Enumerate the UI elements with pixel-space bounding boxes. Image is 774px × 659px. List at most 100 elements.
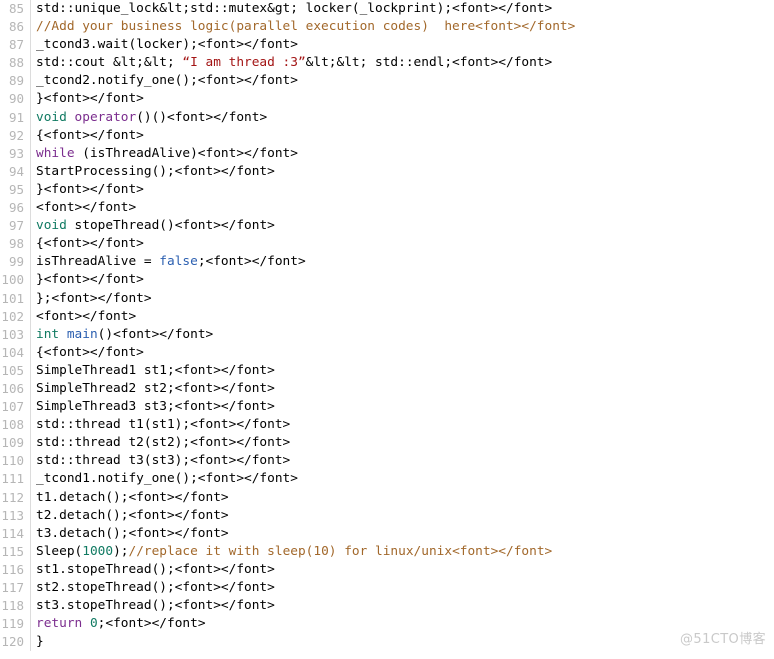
line-code[interactable]: };<font></font> [31,290,774,308]
line-code[interactable]: int main()<font></font> [31,326,774,344]
code-token-plain: &lt;&lt; std::endl;<font></font> [305,55,553,71]
code-token-plain: st2.stopeThread();<font></font> [36,580,275,595]
code-line: 112 t1.detach();<font></font> [0,488,774,507]
code-token-kw: operator [74,109,137,125]
code-line: 96 <font></font> [0,199,774,218]
code-token-plain: t3.detach();<font></font> [36,525,229,541]
line-number: 98 [0,235,31,254]
code-token-plain: ()<font></font> [97,326,214,342]
line-code[interactable]: while (isThreadAlive)<font></font> [31,145,774,163]
line-code[interactable]: }<font></font> [31,181,774,199]
code-line: 103 int main()<font></font> [0,325,774,344]
line-code[interactable]: _tcond2.notify_one();<font></font> [31,72,774,90]
code-token-plain: <font></font> [36,308,137,324]
line-code[interactable]: t3.detach();<font></font> [31,525,774,543]
code-token-plain: (isThreadAlive)<font></font> [74,145,298,161]
code-line: 119 return 0;<font></font> [0,615,774,634]
line-number: 112 [0,488,31,507]
code-line: 104 {<font></font> [0,343,774,362]
line-code[interactable]: st1.stopeThread();<font></font> [31,561,774,579]
code-token-plain: std::thread t3(st3);<font></font> [36,453,291,469]
code-line: 105 SimpleThread1 st1;<font></font> [0,361,774,380]
line-code[interactable]: SimpleThread3 st3;<font></font> [31,398,774,416]
line-code[interactable]: void stopeThread()<font></font> [31,217,774,235]
line-number: 96 [0,199,31,218]
line-code[interactable]: st2.stopeThread();<font></font> [31,579,774,597]
line-code[interactable]: t1.detach();<font></font> [31,489,774,507]
code-token-plain: t1.detach();<font></font> [36,489,229,505]
code-token-plain: std::thread t1(st1);<font></font> [36,417,291,433]
code-line: 111 _tcond1.notify_one();<font></font> [0,470,774,489]
line-code[interactable]: return 0;<font></font> [31,615,774,633]
code-line: 98 {<font></font> [0,235,774,254]
code-token-plain: isThreadAlive = [36,254,160,270]
code-token-string: “I am thread :3” [182,55,306,71]
line-code[interactable]: isThreadAlive = false;<font></font> [31,253,774,271]
line-code[interactable]: SimpleThread1 st1;<font></font> [31,362,774,380]
code-token-plain: ); [113,543,129,559]
line-code[interactable]: <font></font> [31,199,774,217]
code-line: 113 t2.detach();<font></font> [0,506,774,525]
line-code[interactable]: SimpleThread2 st2;<font></font> [31,380,774,398]
line-number: 88 [0,54,31,73]
code-token-plain: <font></font> [36,200,137,216]
line-code[interactable]: std::thread t2(st2);<font></font> [31,434,774,452]
line-code[interactable]: //Add your business logic(parallel execu… [31,18,774,36]
code-token-plain: }<font></font> [36,272,144,288]
code-line: 92 {<font></font> [0,126,774,145]
line-number: 100 [0,271,31,290]
line-code[interactable]: StartProcessing();<font></font> [31,163,774,181]
code-line: 108 std::thread t1(st1);<font></font> [0,416,774,435]
line-number: 91 [0,108,31,127]
line-code[interactable]: std::cout &lt;&lt; “I am thread :3”&lt;&… [31,54,774,72]
line-code[interactable]: {<font></font> [31,344,774,362]
code-token-plain: std::unique_lock&lt;std::mutex&gt; locke… [36,1,553,16]
line-code[interactable]: } [31,633,774,651]
line-number: 115 [0,542,31,561]
line-number: 92 [0,126,31,145]
line-code[interactable]: }<font></font> [31,90,774,108]
code-token-plain: StartProcessing();<font></font> [36,163,275,179]
code-line: 95}<font></font> [0,180,774,200]
line-number: 101 [0,289,31,308]
code-token-plain: st1.stopeThread();<font></font> [36,561,275,577]
line-code[interactable]: <font></font> [31,308,774,326]
code-line: 120} [0,633,774,652]
line-code[interactable]: }<font></font> [31,271,774,289]
code-line: 116 st1.stopeThread();<font></font> [0,560,774,579]
code-line: 88 std::cout &lt;&lt; “I am thread :3”&lt… [0,54,774,73]
line-number: 105 [0,361,31,380]
line-number: 86 [0,18,31,37]
line-code[interactable]: void operator()()<font></font> [31,109,774,127]
code-line: 100 }<font></font> [0,271,774,290]
code-token-plain: };<font></font> [36,290,152,306]
code-token-plain: } [36,634,44,650]
line-code[interactable]: Sleep(1000);//replace it with sleep(10) … [31,543,774,561]
code-line: 91 void operator()()<font></font> [0,108,774,127]
line-number: 107 [0,398,31,417]
code-token-plain: ()()<font></font> [136,109,268,125]
line-code[interactable]: std::thread t3(st3);<font></font> [31,452,774,470]
code-token-plain: }<font></font> [36,91,144,107]
line-code[interactable]: t2.detach();<font></font> [31,507,774,525]
line-number: 104 [0,343,31,362]
line-number: 109 [0,434,31,453]
code-token-plain: _tcond3.wait(locker);<font></font> [36,37,298,53]
line-code[interactable]: std::unique_lock&lt;std::mutex&gt; locke… [31,0,774,18]
code-line: 93 while (isThreadAlive)<font></font> [0,144,774,163]
line-number: 111 [0,470,31,489]
line-number: 118 [0,597,31,616]
line-code[interactable]: {<font></font> [31,235,774,253]
line-code[interactable]: _tcond1.notify_one();<font></font> [31,470,774,488]
code-token-type: void [36,218,67,234]
line-code[interactable]: {<font></font> [31,127,774,145]
line-code[interactable]: _tcond3.wait(locker);<font></font> [31,36,774,54]
code-token-plain: Sleep( [36,543,83,559]
code-line: 97 void stopeThread()<font></font> [0,217,774,236]
code-token-plain: ;<font></font> [97,616,206,632]
code-token-type: int [36,326,60,342]
line-code[interactable]: st3.stopeThread();<font></font> [31,597,774,615]
line-code[interactable]: std::thread t1(st1);<font></font> [31,416,774,434]
